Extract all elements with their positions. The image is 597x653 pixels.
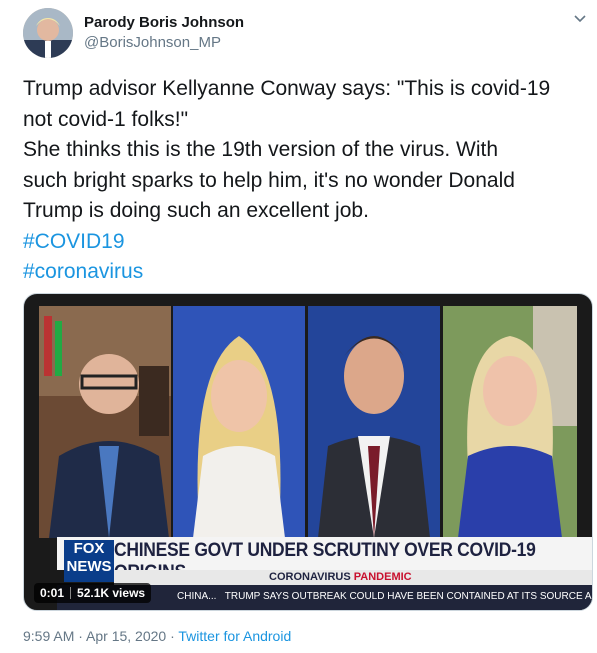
tweet-line: She thinks this is the 19th version of t… [23,138,499,161]
tweet-text: Trump advisor Kellyanne Conway says: "Th… [23,74,583,288]
chyron-subbanner: CORONAVIRUS PANDEMIC [114,570,592,585]
display-name[interactable]: Parody Boris Johnson [84,14,244,31]
tweet-line: not covid-1 folks!" [23,107,189,131]
timestamp[interactable]: 9:59 AM · Apr 15, 2020 · [23,628,178,644]
video-panel-2 [173,306,305,538]
tweet-line: Trump is doing such an excellent job. [23,199,369,222]
hashtag-link-covid19[interactable]: #COVID19 [23,227,583,258]
video-panel-1 [39,306,171,538]
video-time: 0:01 [40,586,65,600]
tweet-line: Trump advisor Kellyanne Conway says: "Th… [23,77,551,100]
tweet-footer: 9:59 AM · Apr 15, 2020 · Twitter for And… [23,628,291,644]
video-panel-3 [308,306,440,538]
chevron-down-icon[interactable] [573,12,587,26]
fox-news-logo: FOX NEWS [64,540,114,582]
video-player[interactable]: FOX NEWS CHINESE GOVT UNDER SCRUTINY OVE… [23,293,593,611]
avatar[interactable] [23,8,73,58]
video-stats-badge: 0:01 52.1K views [34,583,152,603]
video-views: 52.1K views [77,586,146,600]
user-handle[interactable]: @BorisJohnson_MP [84,34,221,51]
hashtag-link-coronavirus[interactable]: #coronavirus [23,257,583,288]
source-link[interactable]: Twitter for Android [178,628,291,644]
tweet-line: such bright sparks to help him, it's no … [23,168,515,192]
video-panel-4 [443,306,577,538]
